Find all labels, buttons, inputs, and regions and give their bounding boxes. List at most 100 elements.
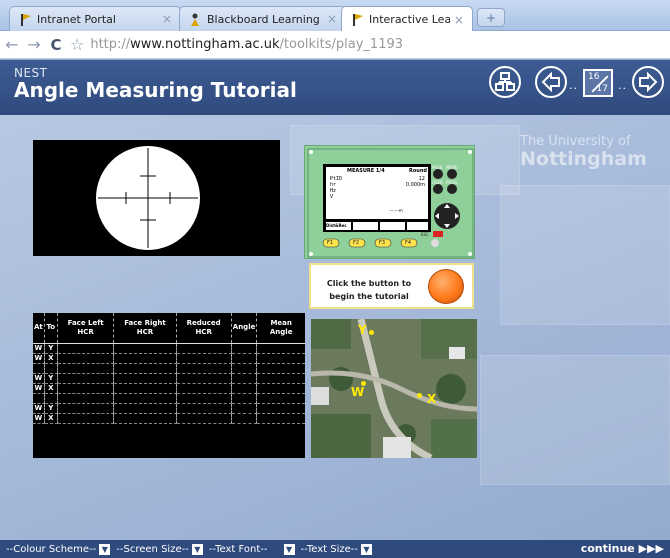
previous-arrow-icon[interactable] [535, 66, 567, 98]
close-icon[interactable]: × [162, 12, 172, 26]
start-tutorial-box: Click the button to begin the tutorial [309, 263, 474, 309]
cell-to: Y [44, 373, 58, 384]
cell-at: W [33, 403, 45, 414]
tab-label: Interactive Learning Content [369, 13, 450, 26]
table-row: WX [33, 383, 305, 394]
table-row: WY [33, 373, 305, 384]
nav-dots: ·· [569, 82, 578, 95]
device-dash-value: ---.---m [389, 208, 403, 213]
flag-icon [351, 13, 364, 26]
content-area: The University of Nottingham MEASURE 1/4… [0, 115, 670, 540]
address-bar[interactable]: http://www.nottingham.ac.uk/toolkits/pla… [90, 37, 403, 52]
select-label: --Text Size-- [300, 543, 358, 555]
page-counter: 16 17 [583, 69, 613, 97]
browser-toolbar: ← → C ☆ http://www.nottingham.ac.uk/tool… [0, 31, 670, 59]
table-row: WX [33, 353, 305, 364]
chevron-down-icon: ▼ [191, 543, 203, 555]
forward-arrow-icon[interactable]: → [24, 35, 44, 55]
station-label-w: W [351, 385, 365, 399]
device-screen-labels: PtID hr Hz V [330, 176, 342, 200]
device-fkey-1[interactable]: F1 [327, 240, 333, 246]
cell-to: X [44, 353, 58, 364]
cell-at [33, 363, 45, 374]
cell-at: W [33, 353, 45, 364]
tab-intranet-portal[interactable]: Intranet Portal × [9, 6, 181, 31]
device-fkey-4[interactable]: F4 [405, 240, 411, 246]
telescope-view [33, 140, 280, 256]
table-row [33, 363, 305, 374]
device-screen-mode: Round [409, 168, 427, 174]
chevron-down-icon: ▼ [360, 543, 372, 555]
cell-at: W [33, 373, 45, 384]
station-dot [369, 330, 374, 335]
device-row-label: V [330, 194, 334, 200]
cell-at: W [33, 383, 45, 394]
tab-blackboard[interactable]: Blackboard Learning System × [179, 6, 346, 31]
device-fkey-3[interactable]: F3 [379, 240, 385, 246]
url-path: /toolkits/play_1193 [279, 37, 404, 52]
new-tab-button[interactable]: + [477, 8, 505, 27]
building-watermark [500, 185, 670, 325]
observation-table: At To Face Left HCR Face Right HCR Reduc… [33, 313, 305, 458]
tab-label: Intranet Portal [37, 12, 116, 26]
start-tutorial-button[interactable] [428, 269, 464, 304]
select-label: --Colour Scheme-- [6, 543, 97, 555]
device-key-user[interactable]: USER [432, 180, 443, 185]
cell-at: W [33, 413, 45, 424]
station-label-x: X [427, 392, 437, 406]
page-title: Angle Measuring Tutorial [14, 78, 297, 102]
device-key-menu[interactable]: MENU [446, 165, 458, 170]
crosshair-icon [96, 146, 200, 250]
app-header: NEST Angle Measuring Tutorial ·· 16 17 ·… [0, 60, 670, 115]
station-label-y: Y [358, 323, 367, 337]
text-font-select[interactable]: --Text Font-- ▼ [208, 543, 295, 555]
continue-button[interactable]: continue ▶▶▶ [581, 542, 664, 555]
column-header: Reduced HCR [176, 313, 232, 344]
select-label: --Screen Size-- [116, 543, 189, 555]
device-key-page[interactable]: PAGE [432, 165, 442, 170]
close-icon[interactable]: × [454, 13, 464, 27]
table-row: WY [33, 343, 305, 354]
url-prefix: http:// [90, 37, 131, 52]
column-header: Face Right HCR [113, 313, 177, 344]
continue-label: continue [580, 542, 635, 555]
column-header: Angle [231, 313, 258, 344]
device-softkey[interactable]: Dist&Rec [326, 223, 347, 228]
settings-bar: --Colour Scheme-- ▼ --Screen Size-- ▼ --Te… [0, 540, 670, 558]
cell-to [44, 393, 58, 404]
person-icon [189, 13, 202, 26]
text-size-select[interactable]: --Text Size-- ▼ [300, 543, 372, 555]
forward-arrows-icon: ▶▶▶ [638, 542, 664, 555]
colour-scheme-select[interactable]: --Colour Scheme-- ▼ [6, 543, 111, 555]
flag-icon [19, 13, 32, 26]
start-instruction: Click the button to begin the tutorial [326, 279, 412, 301]
cell-to: X [44, 383, 58, 394]
device-fkey-2[interactable]: F2 [353, 240, 359, 246]
close-icon[interactable]: × [327, 12, 337, 26]
device-screen-values: 12 0.000m [401, 176, 425, 188]
cell-to [44, 363, 58, 374]
screen-size-select[interactable]: --Screen Size-- ▼ [116, 543, 203, 555]
nav-dots: ·· [618, 82, 627, 95]
university-watermark-line2: Nottingham [520, 148, 647, 170]
cell-to: Y [44, 403, 58, 414]
device-esc-key[interactable]: ESC [421, 232, 429, 237]
cell-at [33, 393, 45, 404]
aerial-photo [311, 319, 477, 458]
back-arrow-icon[interactable]: ← [2, 35, 22, 55]
select-label: --Text Font-- [208, 543, 268, 555]
page-total: 17 [596, 84, 608, 94]
bookmark-star-icon[interactable]: ☆ [70, 35, 84, 54]
next-arrow-icon[interactable] [632, 66, 664, 98]
sitemap-icon[interactable] [489, 66, 521, 98]
cell-at: W [33, 343, 45, 354]
device-key-prog[interactable]: PROG [446, 180, 457, 185]
total-station-panel: MEASURE 1/4 Round PtID hr Hz V 12 0.000m… [304, 145, 475, 259]
university-watermark-line1: The University of [520, 134, 631, 149]
reload-icon[interactable]: C [46, 35, 66, 55]
tab-label: Blackboard Learning System [207, 12, 323, 26]
device-row-value: 0.000m [405, 182, 425, 188]
building-watermark [480, 355, 670, 485]
tab-interactive-learning[interactable]: Interactive Learning Content × [341, 6, 473, 32]
url-host: www.nottingham.ac.uk [130, 37, 280, 52]
